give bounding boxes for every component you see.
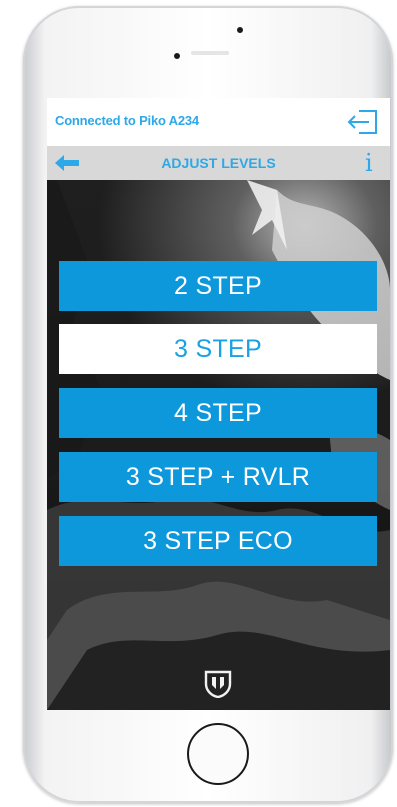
status-bar: Connected to Piko A234: [47, 98, 390, 146]
home-button[interactable]: [187, 723, 249, 785]
info-icon[interactable]: i: [365, 150, 373, 176]
app-screen: Connected to Piko A234 ADJUST LEVELS i 2…: [47, 98, 390, 710]
connection-status: Connected to Piko A234: [55, 113, 199, 128]
proximity-sensor: [174, 53, 180, 59]
level-option-3-step-eco[interactable]: 3 STEP ECO: [59, 516, 377, 566]
level-option-4-step[interactable]: 4 STEP: [59, 388, 377, 438]
earpiece-speaker: [191, 51, 229, 55]
page-title: ADJUST LEVELS: [161, 155, 276, 171]
level-option-2-step[interactable]: 2 STEP: [59, 261, 377, 311]
background-photo: [47, 180, 390, 710]
level-option-3-step[interactable]: 3 STEP: [59, 324, 377, 374]
nav-bar: ADJUST LEVELS i: [47, 146, 390, 180]
exit-icon[interactable]: [345, 108, 379, 136]
front-camera: [237, 27, 243, 33]
brand-logo-icon: [203, 670, 233, 699]
level-option-3-step-rvlr[interactable]: 3 STEP + RVLR: [59, 452, 377, 502]
